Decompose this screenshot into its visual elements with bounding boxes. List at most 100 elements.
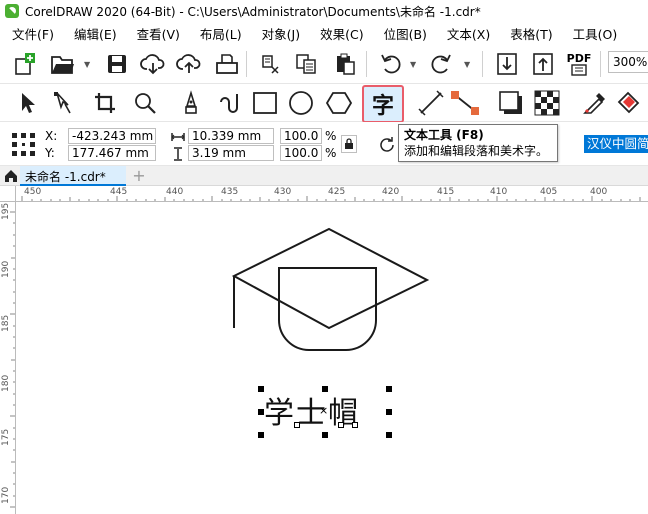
menu-layout[interactable]: 布局(L) xyxy=(200,24,248,43)
print-icon[interactable] xyxy=(212,49,242,79)
ruler-origin[interactable] xyxy=(0,186,16,202)
menu-table[interactable]: 表格(T) xyxy=(510,24,558,43)
cut-icon[interactable] xyxy=(256,49,286,79)
width-arrow-icon xyxy=(170,131,186,143)
copy-icon[interactable] xyxy=(292,49,322,79)
tab-document-label: 未命名 -1.cdr* xyxy=(25,170,106,184)
text-node-handle[interactable] xyxy=(352,422,358,428)
selection-handle[interactable] xyxy=(386,409,392,415)
ruler-v-label: 190 xyxy=(1,260,11,278)
height-arrow-icon xyxy=(172,146,184,162)
lock-ratio-icon[interactable] xyxy=(341,135,357,153)
menu-edit[interactable]: 编辑(E) xyxy=(74,24,123,43)
menu-view[interactable]: 查看(V) xyxy=(137,24,186,43)
y-label: Y: xyxy=(45,146,55,160)
menu-object[interactable]: 对象(J) xyxy=(262,24,306,43)
dimension-tool-icon[interactable] xyxy=(416,88,446,118)
menu-file[interactable]: 文件(F) xyxy=(0,24,60,43)
scale-x-input[interactable]: 100.0 xyxy=(280,128,322,144)
save-icon[interactable] xyxy=(102,49,132,79)
ruler-h-label: 435 xyxy=(221,187,239,197)
pick-tool-icon[interactable] xyxy=(12,88,42,118)
scale-x-percent: % xyxy=(325,129,337,143)
pdf-label: PDF xyxy=(566,51,592,65)
menu-bitmaps[interactable]: 位图(B) xyxy=(384,24,433,43)
polygon-tool-icon[interactable] xyxy=(324,88,354,118)
document-tab-bar: 未命名 -1.cdr* + xyxy=(0,166,648,186)
y-position-input[interactable]: 177.467 mm xyxy=(68,145,156,161)
rectangle-tool-icon[interactable] xyxy=(250,88,280,118)
paste-icon[interactable] xyxy=(330,49,360,79)
title-bar: CorelDRAW 2020 (64-Bit) - C:\Users\Admin… xyxy=(0,0,648,22)
vertical-ruler-ticks xyxy=(10,211,15,508)
selection-handle[interactable] xyxy=(386,432,392,438)
selection-handle[interactable] xyxy=(386,386,392,392)
zoom-level-input[interactable]: 300% xyxy=(608,51,648,73)
ruler-v-label: 175 xyxy=(1,428,11,446)
selection-handle[interactable] xyxy=(322,386,328,392)
object-origin-grid-icon[interactable] xyxy=(11,132,37,158)
publish-pdf-icon[interactable]: PDF xyxy=(564,49,594,79)
ruler-h-label: 445 xyxy=(110,187,128,197)
graduation-cap-drawing[interactable] xyxy=(16,202,648,514)
selection-handle[interactable] xyxy=(322,432,328,438)
tooltip-description: 添加和编辑段落和美术字。 xyxy=(404,144,549,158)
connector-tool-icon[interactable] xyxy=(450,88,480,118)
x-position-input[interactable]: -423.243 mm xyxy=(68,128,156,144)
toolbar-separator xyxy=(600,51,601,77)
horizontal-ruler[interactable]: 450 445 440 435 430 425 420 415 410 405 … xyxy=(16,186,648,202)
interactive-fill-tool-icon[interactable] xyxy=(614,88,644,118)
toolbar-separator xyxy=(482,51,483,77)
ruler-h-label: 400 xyxy=(590,187,608,197)
selection-handle[interactable] xyxy=(258,409,264,415)
font-family-select[interactable]: 汉仪中圆简 xyxy=(584,135,648,153)
cloud-download-icon[interactable] xyxy=(138,49,168,79)
shape-tool-icon[interactable] xyxy=(48,88,78,118)
menu-tools[interactable]: 工具(O) xyxy=(573,24,624,43)
canvas-text-object[interactable]: 学士帽 xyxy=(264,388,360,432)
home-icon[interactable] xyxy=(4,169,18,183)
menu-effects[interactable]: 效果(C) xyxy=(320,24,369,43)
selection-handle[interactable] xyxy=(258,386,264,392)
menu-text[interactable]: 文本(X) xyxy=(447,24,496,43)
freehand-pen-tool-icon[interactable] xyxy=(176,88,206,118)
cloud-upload-icon[interactable] xyxy=(174,49,204,79)
artistic-media-tool-icon[interactable] xyxy=(214,88,244,118)
text-tool-tooltip: 文本工具 (F8) 添加和编辑段落和美术字。 xyxy=(398,124,558,162)
window-title: CorelDRAW 2020 (64-Bit) - C:\Users\Admin… xyxy=(25,4,481,19)
import-icon[interactable] xyxy=(492,49,522,79)
open-dropdown-chevron-icon[interactable]: ▼ xyxy=(84,60,90,69)
export-icon[interactable] xyxy=(528,49,558,79)
add-tab-button[interactable]: + xyxy=(130,166,148,186)
selection-handle[interactable] xyxy=(258,432,264,438)
redo-dropdown-chevron-icon[interactable]: ▼ xyxy=(464,60,470,69)
height-input[interactable]: 3.19 mm xyxy=(188,145,274,161)
ruler-h-label: 415 xyxy=(437,187,455,197)
center-mark-icon: × xyxy=(319,404,329,417)
rotation-icon xyxy=(376,134,398,156)
ruler-h-label: 420 xyxy=(382,187,400,197)
redo-icon[interactable] xyxy=(426,49,456,79)
zoom-tool-icon[interactable] xyxy=(130,88,160,118)
eyedropper-tool-icon[interactable] xyxy=(580,88,610,118)
text-node-handle[interactable] xyxy=(338,422,344,428)
new-document-icon[interactable] xyxy=(10,49,40,79)
undo-dropdown-chevron-icon[interactable]: ▼ xyxy=(410,60,416,69)
ellipse-tool-icon[interactable] xyxy=(286,88,316,118)
crop-tool-icon[interactable] xyxy=(90,88,120,118)
width-input[interactable]: 10.339 mm xyxy=(188,128,274,144)
text-tool-button[interactable]: 字 xyxy=(362,85,404,123)
tab-document[interactable]: 未命名 -1.cdr* xyxy=(20,166,126,186)
ruler-v-label: 180 xyxy=(1,374,11,392)
vertical-ruler[interactable]: 195 190 185 180 175 170 xyxy=(0,202,16,514)
drop-shadow-tool-icon[interactable] xyxy=(496,88,526,118)
transparency-tool-icon[interactable] xyxy=(532,88,562,118)
text-node-handle[interactable] xyxy=(294,422,300,428)
scale-y-input[interactable]: 100.0 xyxy=(280,145,322,161)
ruler-v-label: 170 xyxy=(1,486,11,504)
open-folder-icon[interactable] xyxy=(48,49,78,79)
undo-icon[interactable] xyxy=(376,49,406,79)
x-label: X: xyxy=(45,129,58,143)
text-tool-icon: 字 xyxy=(371,94,394,119)
drawing-canvas[interactable]: 学士帽 × xyxy=(16,202,648,514)
